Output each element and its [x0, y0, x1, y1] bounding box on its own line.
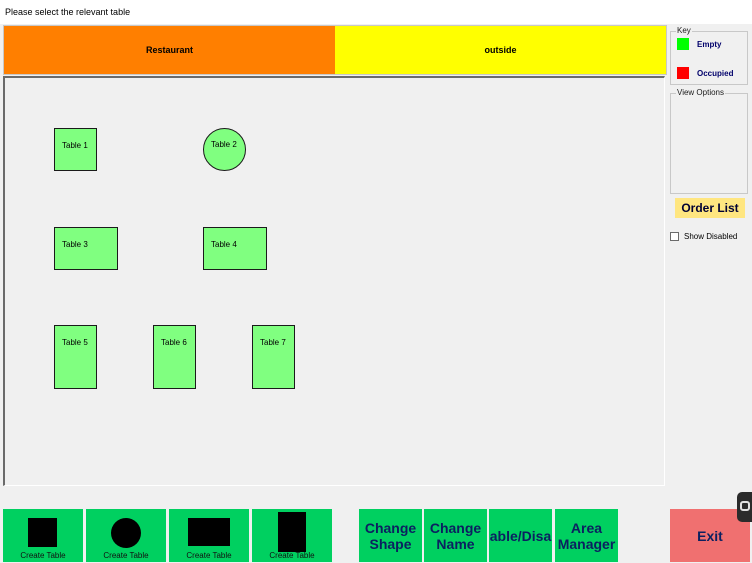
tab-restaurant[interactable]: Restaurant — [4, 26, 335, 74]
create-wide-table-button[interactable]: Create Table — [169, 509, 249, 562]
panel-toggle-icon — [740, 501, 750, 511]
create-table-label: Create Table — [103, 551, 149, 560]
empty-swatch — [677, 38, 689, 50]
occupied-label: Occupied — [697, 69, 734, 78]
create-table-label: Create Table — [20, 551, 66, 560]
empty-label: Empty — [697, 40, 722, 49]
view-options-legend: View Options — [676, 88, 725, 97]
area-manager-button[interactable]: Area Manager — [555, 509, 618, 562]
enable-disable-button[interactable]: able/Disa — [489, 509, 552, 562]
tall-rect-icon — [278, 512, 306, 552]
key-panel: Key Empty Occupied — [670, 26, 748, 85]
show-disabled-label: Show Disabled — [684, 232, 738, 241]
square-icon — [28, 518, 57, 547]
show-disabled-checkbox[interactable] — [670, 232, 679, 241]
create-table-label: Create Table — [186, 551, 232, 560]
area-tabs: Restaurant outside — [3, 25, 667, 75]
table-2[interactable]: Table 2 — [203, 128, 246, 171]
table-1[interactable]: Table 1 — [54, 128, 97, 171]
prompt-text: Please select the relevant table — [0, 0, 752, 24]
create-square-table-button[interactable]: Create Table — [3, 509, 83, 562]
table-6[interactable]: Table 6 — [153, 325, 196, 389]
occupied-swatch — [677, 67, 689, 79]
change-name-button[interactable]: Change Name — [424, 509, 487, 562]
tab-outside[interactable]: outside — [335, 26, 666, 74]
order-list-button[interactable]: Order List — [675, 198, 745, 218]
create-tall-table-button[interactable]: Create Table — [252, 509, 332, 562]
table-3[interactable]: Table 3 — [54, 227, 118, 270]
wide-rect-icon — [188, 518, 230, 546]
table-5[interactable]: Table 5 — [54, 325, 97, 389]
side-panel-handle[interactable] — [737, 492, 752, 522]
table-7[interactable]: Table 7 — [252, 325, 295, 389]
table-4[interactable]: Table 4 — [203, 227, 267, 270]
create-table-label: Create Table — [269, 551, 315, 560]
create-round-table-button[interactable]: Create Table — [86, 509, 166, 562]
floor-plan: Table 1 Table 2 Table 3 Table 4 Table 5 … — [3, 76, 665, 486]
circle-icon — [111, 518, 141, 548]
view-options-panel: View Options — [670, 88, 748, 194]
key-legend: Key — [676, 26, 692, 35]
change-shape-button[interactable]: Change Shape — [359, 509, 422, 562]
